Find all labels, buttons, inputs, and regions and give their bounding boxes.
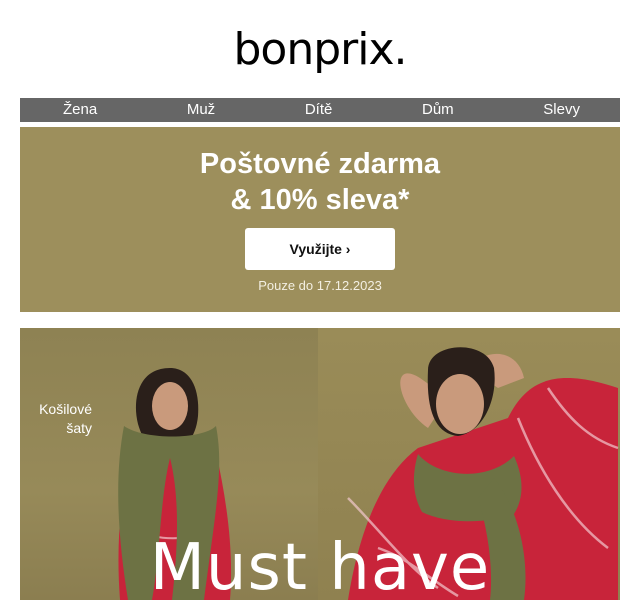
hero-photo-left[interactable]: Košilové šaty xyxy=(20,328,318,600)
promo-title-line2: & 10% sleva* xyxy=(230,184,410,216)
promo-validity-note: Pouze do 17.12.2023 xyxy=(258,278,382,293)
promo-title: Poštovné zdarma & 10% sleva* xyxy=(20,127,620,218)
hero-caption-line1: Košilové xyxy=(39,401,92,417)
hero-banner[interactable]: Košilové šaty Must have xyxy=(20,328,620,600)
promo-title-line1: Poštovné zdarma xyxy=(199,148,441,180)
nav-item-muz[interactable]: Muž xyxy=(187,98,215,122)
email-header: bonprix. xyxy=(0,0,640,98)
promo-banner: Poštovné zdarma & 10% sleva* Využijte › … xyxy=(20,127,620,312)
model-in-shirt-dress-image xyxy=(118,368,232,600)
category-nav: Žena Muž Dítě Dům Slevy xyxy=(20,98,620,122)
bonprix-logo[interactable]: bonprix. xyxy=(0,22,640,78)
hero-photo-right[interactable] xyxy=(318,328,620,600)
nav-item-slevy[interactable]: Slevy xyxy=(543,98,580,122)
hero-caption-line2: šaty xyxy=(66,420,92,436)
nav-item-dum[interactable]: Dům xyxy=(422,98,454,122)
hero-caption: Košilové šaty xyxy=(34,400,92,438)
use-offer-button[interactable]: Využijte › xyxy=(245,228,395,270)
smiling-model-with-scarf-image xyxy=(347,347,619,600)
nav-item-zena[interactable]: Žena xyxy=(63,98,97,122)
nav-item-dite[interactable]: Dítě xyxy=(305,98,333,122)
